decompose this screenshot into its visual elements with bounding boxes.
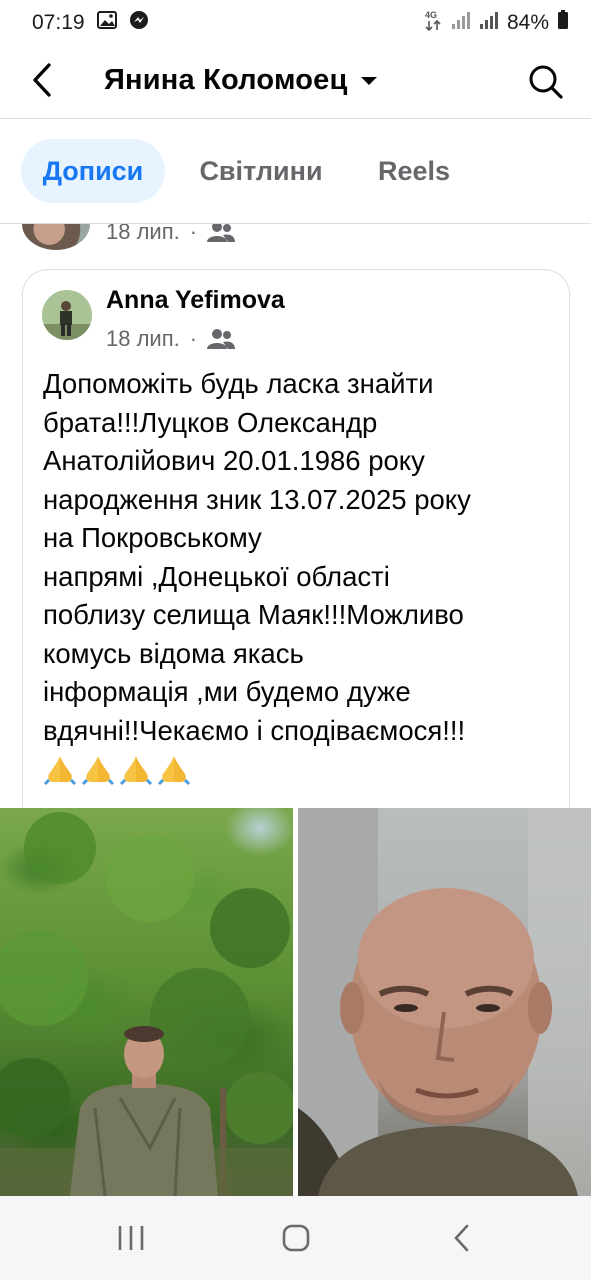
tab-posts[interactable]: Дописи	[21, 139, 165, 203]
back-arrow-icon	[33, 63, 51, 97]
friends-icon	[207, 329, 236, 349]
previous-post-meta: 18 лип. ·	[106, 224, 236, 245]
folded-hands-icon	[43, 756, 77, 786]
status-left: 07:19	[32, 10, 149, 36]
system-nav-bar	[0, 1196, 591, 1280]
caret-down-icon	[360, 76, 377, 85]
previous-post[interactable]: 18 лип. ·	[0, 224, 591, 256]
home-icon	[282, 1224, 310, 1252]
gallery-notification-icon	[96, 11, 117, 35]
post-date: 18 лип.	[106, 224, 180, 244]
tab-photos[interactable]: Світлини	[188, 139, 334, 203]
signal-roaming-icon	[479, 11, 499, 35]
man-in-forest-image	[0, 812, 293, 1196]
folded-hands-icon	[119, 756, 153, 786]
tab-posts-label: Дописи	[42, 155, 144, 186]
avatar[interactable]	[22, 224, 90, 250]
man-selfie-image	[298, 808, 591, 1196]
tab-reels[interactable]: Reels	[362, 139, 466, 203]
profile-name-dropdown[interactable]: Янина Коломоец	[104, 64, 378, 97]
status-bar: 07:19 4G 84%	[0, 0, 591, 46]
post-text-line: поблизу селища Маяк!!!Можливо	[43, 599, 464, 630]
tab-photos-label: Світлини	[199, 155, 323, 186]
page-title: Янина Коломоец	[104, 64, 348, 96]
chevron-left-icon	[454, 1224, 469, 1252]
post-photo[interactable]	[298, 808, 591, 1196]
home-button[interactable]	[278, 1222, 314, 1254]
svg-text:4G: 4G	[425, 10, 437, 20]
post-text-line: вдячні!!Чекаємо і сподіваємося!!!	[43, 714, 466, 746]
battery-icon	[557, 10, 569, 36]
post-text-line: напрямі ,Донецької області	[43, 560, 390, 592]
post-author-name[interactable]: Anna Yefimova	[106, 286, 285, 315]
post-meta: 18 лип. ·	[106, 326, 236, 352]
post-text-line: брата!!!Луцков Олександр	[43, 406, 378, 438]
post-photo[interactable]	[0, 808, 293, 1196]
post-date[interactable]: 18 лип.	[106, 326, 180, 352]
post-text-line: комусь відома якась	[43, 637, 304, 669]
emoji-row	[43, 752, 553, 786]
meta-separator: ·	[189, 224, 198, 244]
tab-reels-label: Reels	[377, 155, 451, 186]
post-text-line: Допоможіть будь ласка знайти	[43, 368, 434, 399]
friends-icon	[207, 224, 236, 242]
battery-percent: 84%	[506, 11, 549, 34]
post-text-line: народження зник 13.07.2025 року	[43, 483, 471, 515]
profile-tabs: Дописи Світлини Reels	[0, 119, 591, 223]
post-text-line: інформація ,ми будемо дуже	[43, 676, 411, 707]
post-photos	[0, 808, 591, 1196]
recent-apps-button[interactable]	[113, 1222, 149, 1254]
post-text: Допоможіть будь ласка знайти брата!!!Луц…	[43, 365, 553, 786]
messenger-notification-icon	[129, 10, 149, 36]
status-time: 07:19	[32, 11, 85, 34]
back-button[interactable]	[22, 60, 62, 100]
mobile-data-icon: 4G	[425, 9, 443, 37]
folded-hands-icon	[81, 756, 115, 786]
post-card: Anna Yefimova 18 лип. · Допоможіть будь …	[22, 269, 570, 829]
search-icon	[529, 65, 563, 99]
nav-back-button[interactable]	[444, 1222, 480, 1254]
app-header: Янина Коломоец	[0, 46, 591, 118]
recent-apps-icon	[118, 1226, 144, 1250]
person-photo-icon	[42, 290, 92, 340]
post-text-line: на Покровському	[43, 522, 262, 553]
folded-hands-icon	[157, 756, 191, 786]
signal-icon	[451, 11, 471, 35]
avatar[interactable]	[42, 290, 92, 340]
post-text-line: Анатолійович 20.01.1986 року	[43, 445, 425, 476]
status-right: 4G 84%	[425, 9, 569, 37]
search-button[interactable]	[524, 60, 568, 104]
meta-separator: ·	[189, 326, 198, 351]
